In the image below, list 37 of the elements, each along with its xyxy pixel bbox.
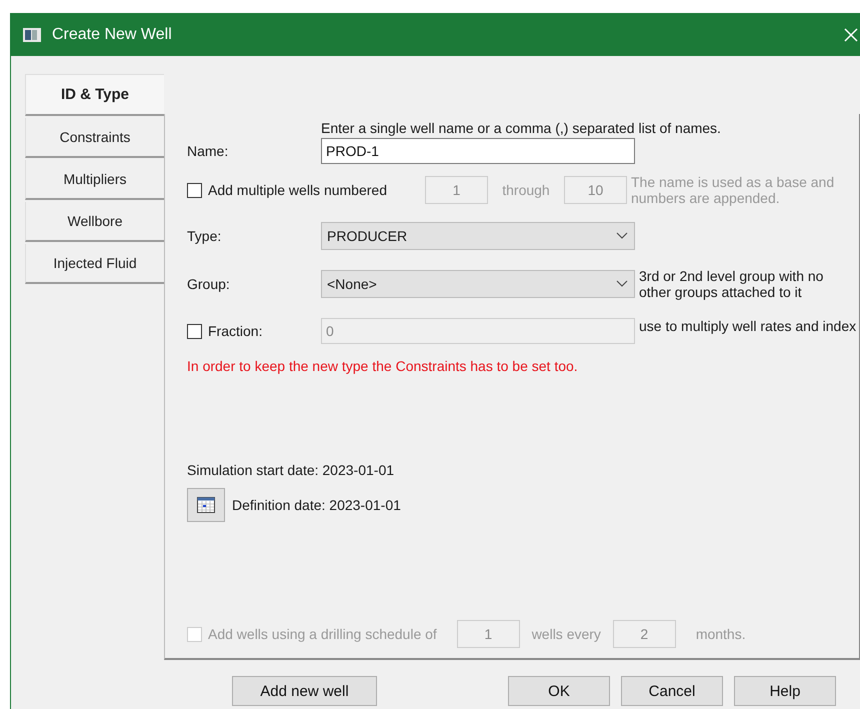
type-label: Type: — [187, 228, 222, 244]
dialog-button[interactable]: Cancel — [621, 676, 723, 706]
window-icon — [23, 28, 41, 42]
window-title: Create New Well — [52, 26, 173, 44]
tab[interactable]: Multipliers — [25, 160, 164, 200]
type-dropdown[interactable]: PRODUCER — [321, 222, 635, 250]
dialog-button[interactable]: Help — [734, 676, 836, 706]
checkbox-label: Fraction: — [208, 323, 262, 339]
name-field[interactable]: PROD-1 — [321, 138, 635, 164]
checkbox[interactable] — [187, 324, 202, 338]
calendar-icon — [197, 497, 215, 513]
group-label: Group: — [187, 276, 231, 292]
close-icon[interactable] — [844, 28, 858, 42]
simulation-start-text: Simulation start date: 2023-01-01 — [187, 462, 396, 478]
checkbox[interactable] — [187, 182, 202, 198]
chevron-icon — [616, 232, 628, 240]
note-text: use to multiply well rates and index — [639, 318, 858, 334]
definition-date-text: Definition date: 2023-01-01 — [232, 497, 401, 513]
calendar-button[interactable] — [187, 488, 225, 522]
group-dropdown[interactable]: <None> — [321, 270, 635, 298]
checkbox-label: Add multiple wells numbered — [208, 182, 387, 198]
tab[interactable]: Constraints — [25, 118, 164, 158]
through-label: through — [501, 182, 551, 198]
dialog-button[interactable]: OK — [508, 676, 610, 706]
wells-every-label: wells every — [530, 626, 602, 642]
warning-text: In order to keep the new type the Constraints has to be set too. — [187, 358, 579, 374]
name-label: Name: — [187, 143, 230, 159]
checkbox-label: Add wells using a drilling schedule of — [208, 626, 437, 642]
tab[interactable]: Injected Fluid — [25, 244, 164, 284]
dialog-button[interactable]: Add new well — [232, 676, 377, 706]
name-hint: Enter a single well name or a comma (,) separated list of names. — [321, 120, 721, 136]
note-text: The name is used as a base and numbers are appended. — [630, 174, 836, 206]
chevron-icon — [616, 280, 628, 288]
months-label: months. — [696, 626, 746, 642]
note-text: 3rd or 2nd level group with no other groups attached to it — [639, 268, 824, 300]
tab[interactable]: Wellbore — [25, 202, 164, 242]
tab[interactable]: ID & Type — [25, 74, 164, 116]
